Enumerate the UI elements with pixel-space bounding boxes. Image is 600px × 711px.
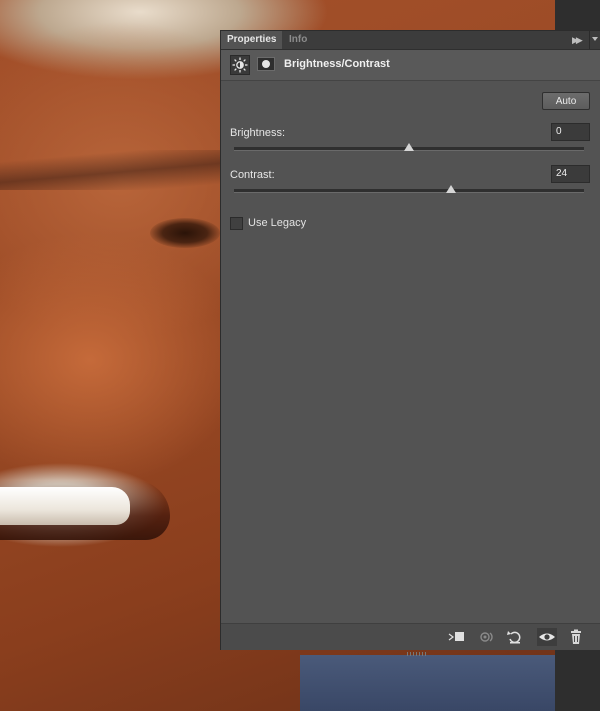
contrast-value-field[interactable]: 24 bbox=[551, 165, 590, 183]
brightness-sun-icon[interactable] bbox=[230, 55, 250, 75]
trash-icon[interactable] bbox=[566, 628, 586, 646]
reset-adjustment-icon[interactable] bbox=[505, 628, 525, 646]
photo-teeth bbox=[0, 487, 130, 525]
contrast-slider[interactable] bbox=[234, 185, 584, 193]
contrast-slider-thumb[interactable] bbox=[446, 185, 456, 193]
resize-grip[interactable] bbox=[407, 652, 427, 656]
panel-header: Brightness/Contrast bbox=[221, 50, 600, 81]
tab-info[interactable]: Info bbox=[283, 31, 313, 49]
chevron-down-icon[interactable] bbox=[592, 37, 598, 41]
brightness-slider-thumb[interactable] bbox=[404, 143, 414, 151]
panel-tab-bar: Properties Info ▶▶ bbox=[221, 31, 600, 50]
panel-menu-button[interactable]: ▶▶ bbox=[566, 31, 600, 49]
photo-eye bbox=[150, 218, 220, 248]
photo-brow bbox=[0, 150, 220, 190]
visibility-eye-icon[interactable] bbox=[537, 628, 557, 646]
auto-button[interactable]: Auto bbox=[542, 92, 590, 110]
double-chevron-right-icon: ▶▶ bbox=[572, 35, 583, 45]
clip-to-layer-icon[interactable] bbox=[446, 628, 466, 646]
brightness-slider[interactable] bbox=[234, 143, 584, 151]
use-legacy-label[interactable]: Use Legacy bbox=[248, 217, 306, 229]
brightness-label: Brightness: bbox=[230, 127, 286, 139]
contrast-label: Contrast: bbox=[230, 169, 275, 181]
brightness-value-field[interactable]: 0 bbox=[551, 123, 590, 141]
panel-footer bbox=[221, 623, 600, 656]
properties-panel: Properties Info ▶▶ Brightness/Contrast A… bbox=[220, 30, 600, 656]
layer-mask-icon[interactable] bbox=[257, 57, 275, 71]
view-previous-state-icon[interactable] bbox=[477, 628, 497, 646]
use-legacy-checkbox[interactable] bbox=[230, 217, 243, 230]
adjustment-title: Brightness/Contrast bbox=[284, 58, 390, 70]
divider bbox=[589, 31, 590, 49]
tab-properties[interactable]: Properties bbox=[221, 31, 283, 49]
